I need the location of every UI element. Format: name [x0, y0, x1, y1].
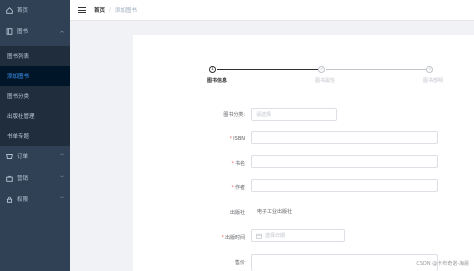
sidebar-item-publisher[interactable]: 出版社管理 [0, 106, 70, 126]
sidebar-item-add-book[interactable]: 添加图书 [0, 66, 70, 86]
calendar-icon [256, 233, 262, 239]
home-icon [6, 6, 13, 14]
step-line-1 [217, 69, 318, 70]
pubdate-picker[interactable]: 选择日期 [251, 229, 345, 242]
price-label: 售价 [234, 260, 245, 266]
breadcrumb-separator: / [109, 7, 111, 13]
steps: 1 2 3 图书信息 图书属性 图书部明 [133, 35, 474, 95]
watermark: CSDN @卡布奇诺-海晨 [416, 261, 469, 267]
step-2-circle: 2 [318, 66, 325, 73]
sidebar-item-label: 添加图书 [7, 74, 30, 80]
sidebar-item-home[interactable]: 首页 [0, 0, 70, 20]
pubdate-placeholder: 选择日期 [265, 233, 286, 239]
sidebar-item-label: 图书分类 [7, 94, 30, 100]
price-field[interactable] [251, 254, 438, 271]
pubdate-label: *出版时间 [221, 235, 245, 241]
publisher-select[interactable]: 电子工业出版社 [251, 205, 341, 218]
step-3-label: 图书部明 [423, 78, 444, 84]
isbn-field[interactable] [251, 131, 438, 144]
category-select[interactable]: 请选择 [251, 108, 337, 121]
isbn-label: *ISBN [229, 136, 245, 142]
publisher-value: 电子工业出版社 [257, 209, 293, 215]
sidebar-item-label: 图书 [17, 29, 29, 35]
step-2-label: 图书属性 [315, 78, 336, 84]
marketing-icon [6, 175, 13, 182]
sidebar-item-orders[interactable]: 订单 ﹀ [0, 146, 70, 166]
hamburger-icon[interactable] [78, 7, 86, 13]
order-icon [6, 153, 13, 160]
sidebar-item-permissions[interactable]: 权限 ﹀ [0, 189, 70, 209]
author-field[interactable] [251, 179, 438, 192]
step-1-circle: 1 [209, 66, 216, 73]
sidebar-item-label: 订单 [17, 154, 29, 160]
step-3-circle: 3 [426, 66, 433, 73]
sidebar-item-marketing[interactable]: 营销 ﹀ [0, 168, 70, 188]
sidebar-item-label: 权限 [17, 197, 29, 203]
title-field[interactable] [251, 155, 438, 168]
chevron-down-icon: ﹀ [60, 196, 64, 201]
publisher-label: 出版社 [229, 210, 245, 216]
chevron-down-icon: ﹀ [60, 175, 64, 180]
breadcrumb-current: 添加图书 [114, 8, 137, 14]
chevron-up-icon: ︿ [60, 28, 64, 33]
breadcrumb-home[interactable]: 首页 [94, 6, 105, 14]
chevron-down-icon: ﹀ [60, 153, 64, 158]
sidebar-item-booklist-topic[interactable]: 书单专题 [0, 126, 70, 146]
sidebar-item-label: 首页 [17, 8, 29, 14]
category-placeholder: 请选择 [256, 112, 272, 118]
author-label: *作者 [231, 185, 245, 191]
title-label: *书名 [231, 161, 245, 167]
category-label: 图书分类: [223, 112, 245, 118]
sidebar-item-label: 出版社管理 [7, 114, 35, 120]
sidebar-item-label: 图书列表 [7, 54, 30, 60]
top-navbar: 首页 / 添加图书 [70, 0, 474, 21]
step-line-2 [326, 69, 426, 70]
sidebar-item-books[interactable]: 图书 ︿ [0, 21, 70, 41]
sidebar-item-book-list[interactable]: 图书列表 [0, 46, 70, 66]
sidebar-item-label: 书单专题 [7, 134, 30, 140]
sidebar-item-book-category[interactable]: 图书分类 [0, 86, 70, 106]
step-1-label: 图书信息 [207, 78, 228, 84]
form-card: 1 2 3 图书信息 图书属性 图书部明 图书分类: 请选择 *ISBN *书名… [133, 35, 474, 271]
permission-icon [6, 196, 13, 203]
sidebar: 首页 图书 ︿ 图书列表 添加图书 图书分类 出版社管理 书单专题 订单 ﹀ 营… [0, 0, 70, 271]
sidebar-item-label: 营销 [17, 176, 29, 182]
book-icon [6, 27, 13, 35]
